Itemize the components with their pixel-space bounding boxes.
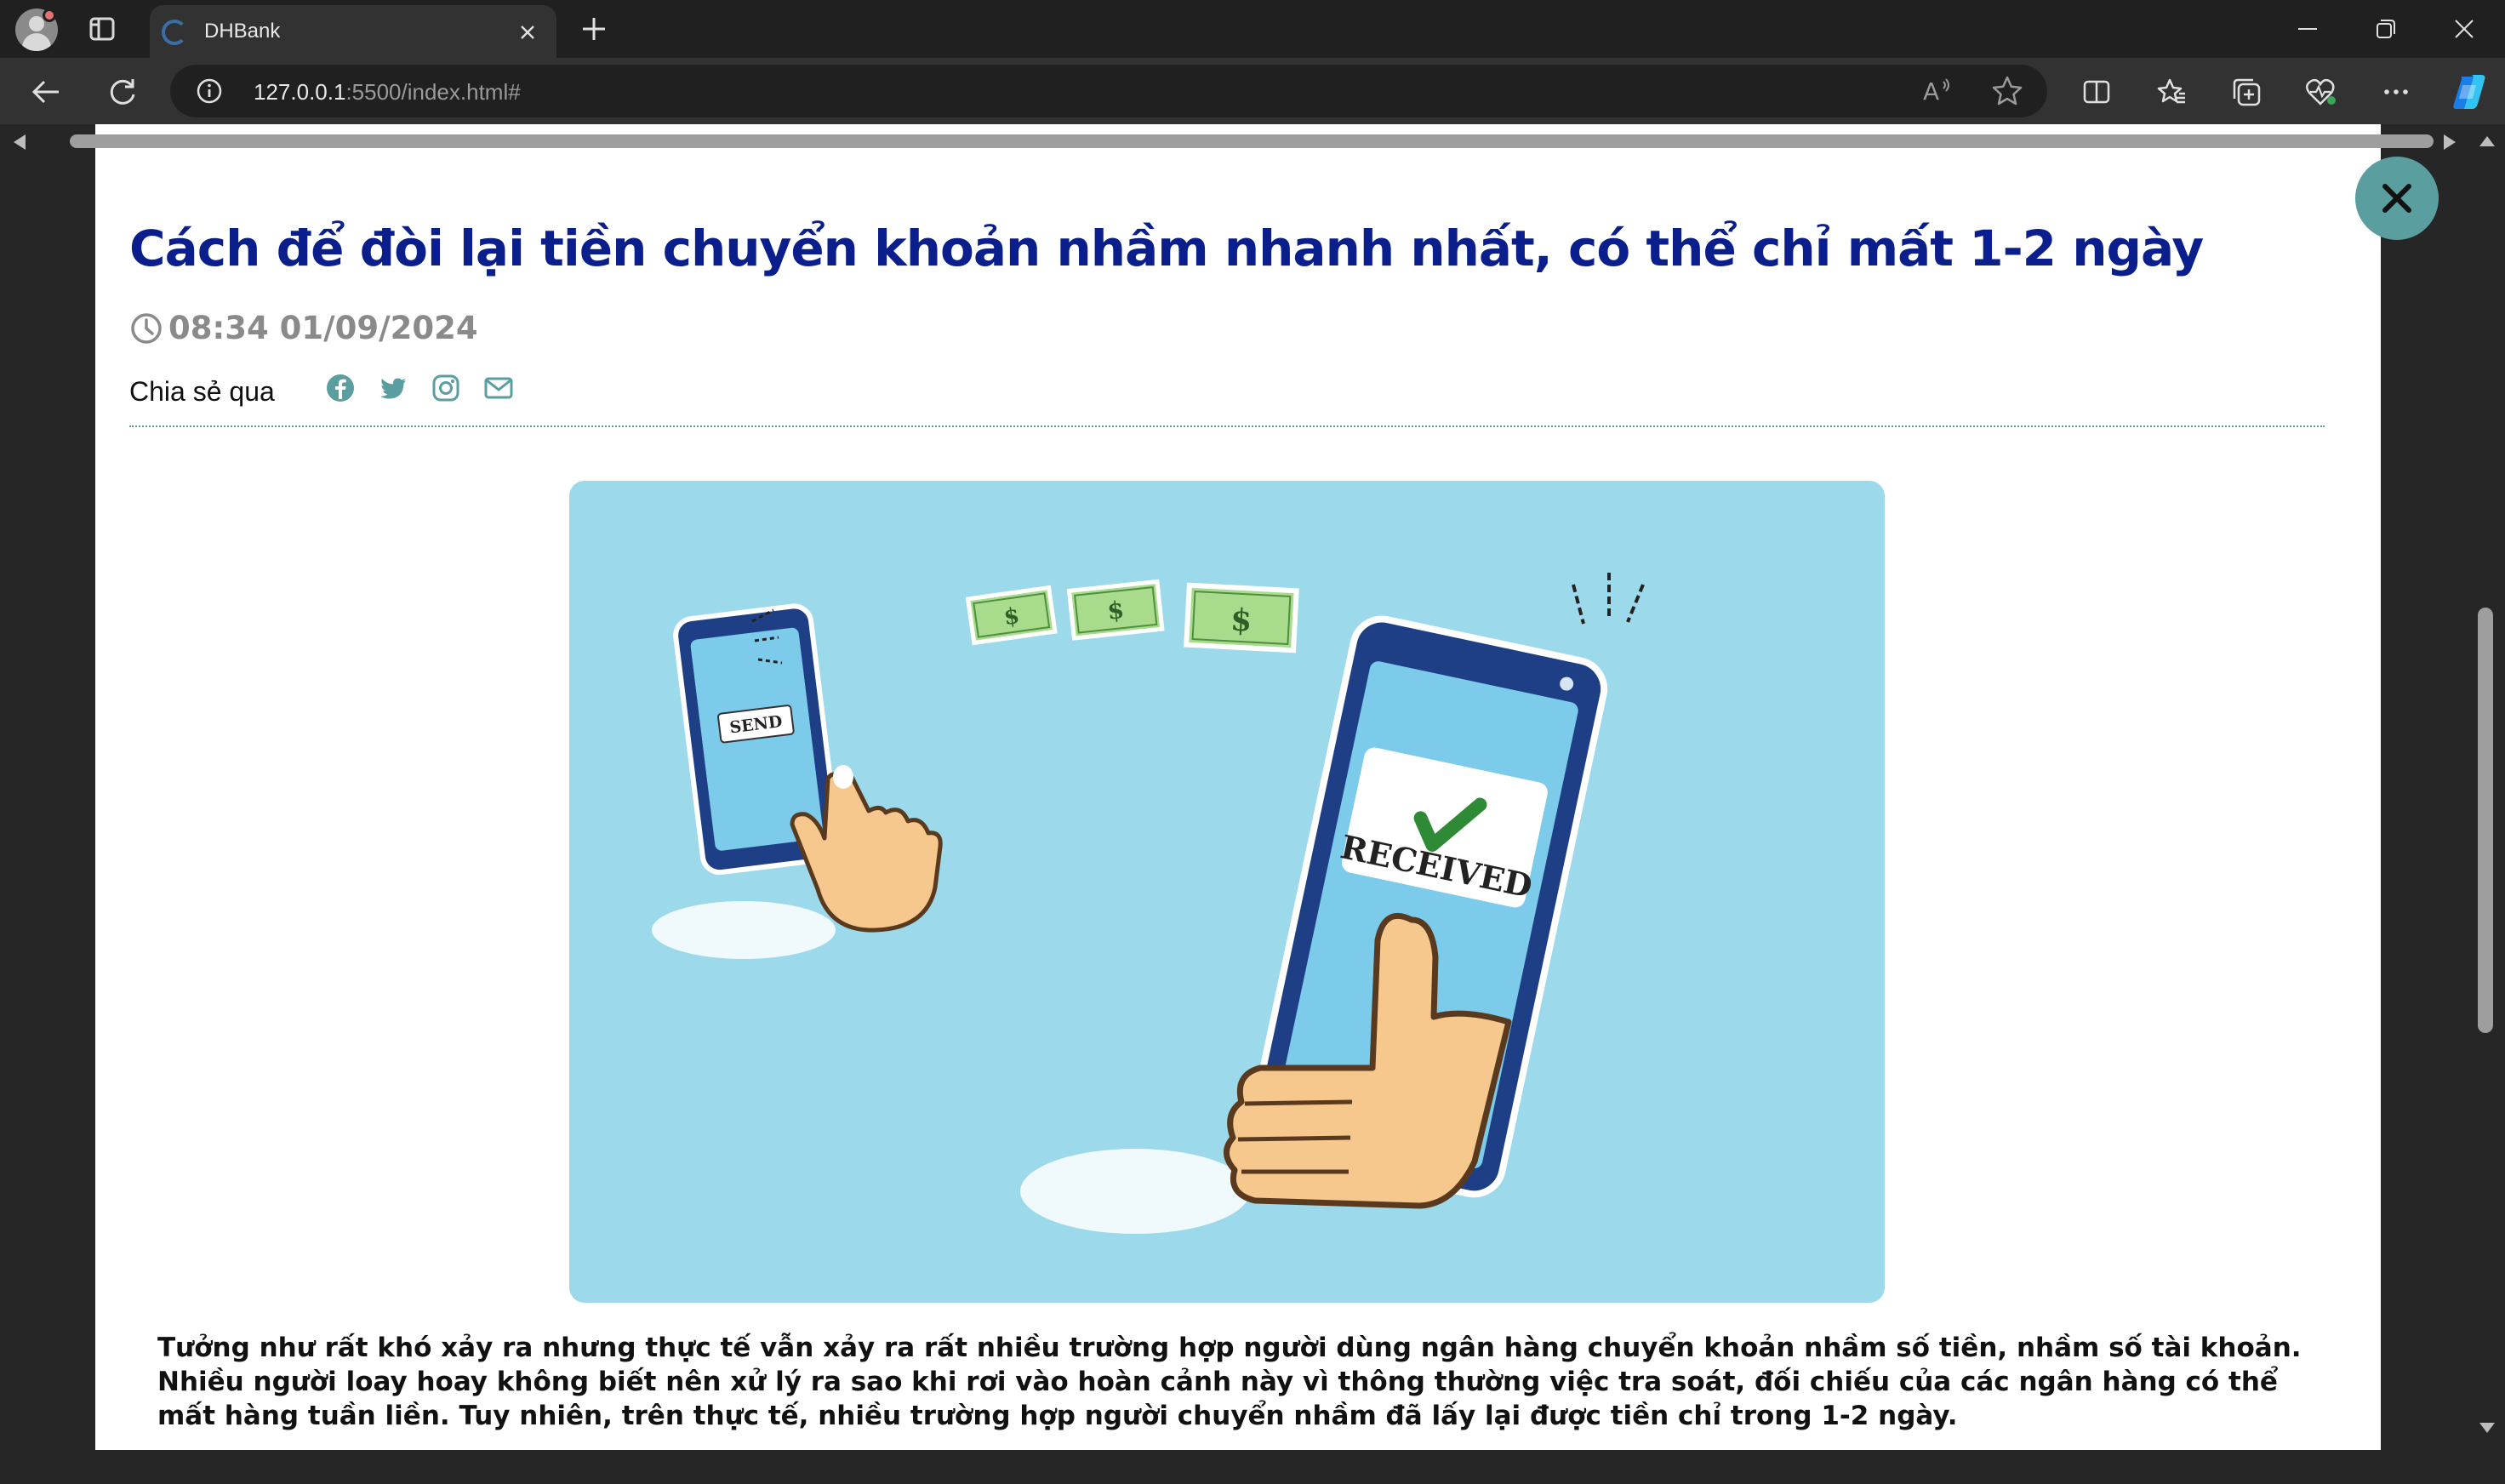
- instagram-icon[interactable]: [431, 373, 461, 403]
- scroll-right-arrow-icon[interactable]: [2442, 133, 2457, 151]
- minimize-icon[interactable]: [2287, 10, 2328, 48]
- favorite-star-icon[interactable]: [1991, 75, 2023, 107]
- url-text[interactable]: 127.0.0.1:5500/index.html#: [254, 79, 521, 106]
- article-paragraph: Tưởng như rất khó xảy ra nhưng thực tế v…: [157, 1333, 2302, 1431]
- more-icon[interactable]: [2377, 73, 2415, 111]
- svg-text:$: $: [1106, 596, 1126, 625]
- article-modal: Cách để đòi lại tiền chuyển khoản nhầm n…: [95, 124, 2381, 1450]
- datetime-text: 08:34 01/09/2024: [168, 310, 478, 346]
- maximize-icon[interactable]: [2365, 10, 2406, 48]
- scroll-up-arrow-icon[interactable]: [2478, 134, 2496, 148]
- share-label: Chia sẻ qua: [129, 376, 275, 407]
- scroll-left-arrow-icon[interactable]: [12, 133, 27, 151]
- new-tab-icon[interactable]: [575, 10, 613, 48]
- tab-title: DHBank: [204, 20, 281, 43]
- close-window-icon[interactable]: [2444, 10, 2485, 48]
- active-tab[interactable]: DHBank: [150, 5, 556, 58]
- tab-actions-icon[interactable]: [83, 14, 121, 44]
- close-icon: [2382, 184, 2411, 213]
- reload-icon[interactable]: [102, 71, 143, 112]
- profile-notification-dot: [43, 9, 56, 22]
- article-title: Cách để đòi lại tiền chuyển khoản nhầm n…: [129, 220, 2204, 277]
- close-tab-icon[interactable]: [511, 15, 545, 49]
- address-bar[interactable]: 127.0.0.1:5500/index.html# A: [170, 65, 2047, 117]
- close-modal-button[interactable]: [2355, 157, 2439, 240]
- collections-icon[interactable]: [2228, 73, 2265, 111]
- svg-text:$: $: [1230, 602, 1252, 638]
- browser-essentials-icon[interactable]: [2302, 73, 2340, 111]
- share-row: Chia sẻ qua: [129, 373, 2325, 427]
- favorites-icon[interactable]: [2153, 73, 2190, 111]
- site-info-icon[interactable]: [196, 77, 223, 105]
- mail-icon[interactable]: [483, 373, 514, 403]
- page-viewport: Cách để đòi lại tiền chuyển khoản nhầm n…: [0, 124, 2505, 1484]
- horizontal-scroll-thumb[interactable]: [70, 134, 2434, 148]
- clock-icon: [131, 312, 162, 344]
- money-transfer-illustration: SEND $ $ $ RECEIVED: [652, 573, 1645, 1234]
- page-scroll-thumb[interactable]: [2478, 608, 2493, 1033]
- split-screen-icon[interactable]: [2078, 73, 2115, 111]
- copilot-icon[interactable]: [2447, 70, 2491, 114]
- facebook-icon[interactable]: [325, 373, 356, 403]
- browser-toolbar: 127.0.0.1:5500/index.html# A: [0, 58, 2505, 124]
- back-icon[interactable]: [26, 71, 66, 112]
- article-hero-image: SEND $ $ $ RECEIVED: [569, 481, 1885, 1303]
- svg-text:A: A: [1923, 77, 1939, 106]
- scroll-down-arrow-icon[interactable]: [2478, 1421, 2496, 1435]
- tab-favicon: [162, 20, 187, 45]
- tab-bar: DHBank: [0, 0, 2505, 58]
- page-horizontal-scrollbar[interactable]: [0, 1450, 2505, 1484]
- read-aloud-icon[interactable]: A: [1921, 77, 1952, 106]
- twitter-icon[interactable]: [378, 373, 408, 403]
- article-datetime: 08:34 01/09/2024: [129, 310, 478, 346]
